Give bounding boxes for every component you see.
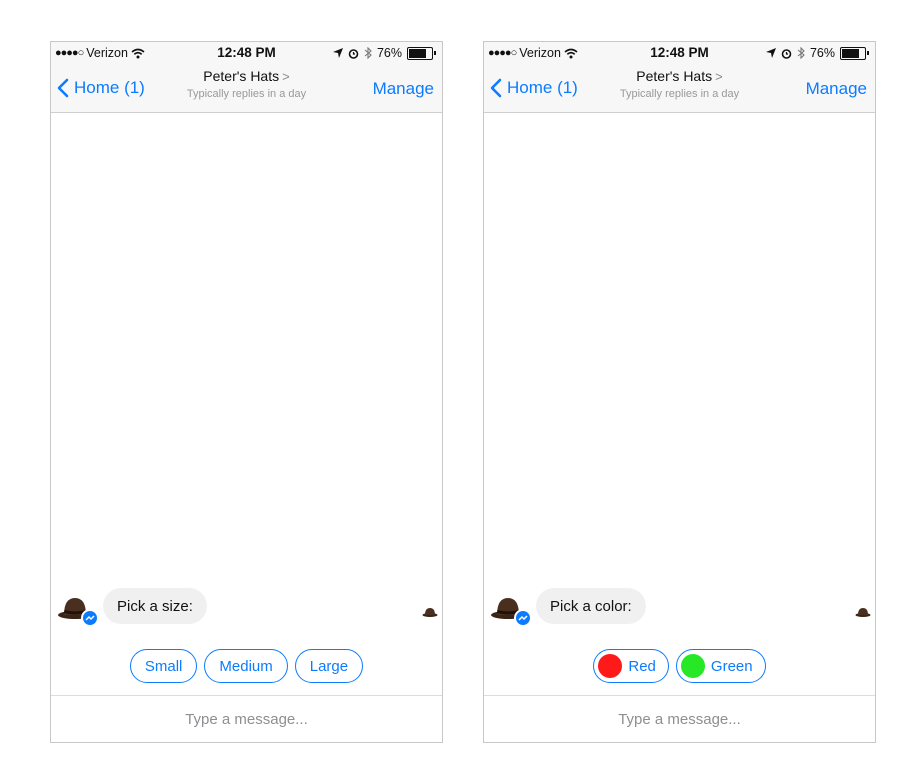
quick-reply-red[interactable]: Red [593,649,669,683]
top-bar: ●●●●○ Verizon 12:48 PM 76% Home (1) Pete… [51,42,442,113]
alarm-icon [781,48,792,59]
messenger-badge-icon [514,609,532,627]
quick-replies: Small Medium Large [51,649,442,683]
conversation-area: Pick a color: Red Green [484,113,875,698]
battery-icon [407,46,436,60]
bot-message: Pick a size: [103,588,207,624]
bluetooth-icon [364,47,372,59]
quick-replies: Red Green [484,649,875,683]
bot-message: Pick a color: [536,588,646,624]
phone-screen-size: ●●●●○ Verizon 12:48 PM 76% Home (1) Pete… [50,41,443,743]
page-name: Peter's Hats [636,68,713,84]
battery-percent: 76% [809,46,835,60]
page-name: Peter's Hats [203,68,280,84]
quick-reply-large[interactable]: Large [294,649,364,683]
quick-reply-medium[interactable]: Medium [204,649,288,683]
location-arrow-icon [765,48,776,58]
quick-reply-label: Red [628,657,656,675]
read-receipt-hat-icon [855,608,871,617]
battery-percent: 76% [376,46,402,60]
message-input[interactable]: Type a message... [484,695,875,742]
top-bar: ●●●●○ Verizon 12:48 PM 76% Home (1) Pete… [484,42,875,113]
chevron-right-icon: > [282,69,290,84]
quick-reply-green[interactable]: Green [675,649,766,683]
location-arrow-icon [332,48,343,58]
manage-button[interactable]: Manage [806,79,867,99]
bluetooth-icon [797,47,805,59]
alarm-icon [348,48,359,59]
conversation-area: Pick a size: Small Medium Large [51,113,442,698]
chevron-right-icon: > [715,69,723,84]
read-receipt-hat-icon [422,608,438,617]
phone-screen-color: ●●●●○ Verizon 12:48 PM 76% Home (1) Pete… [483,41,876,743]
manage-button[interactable]: Manage [373,79,434,99]
message-input[interactable]: Type a message... [51,695,442,742]
quick-reply-small[interactable]: Small [129,649,198,683]
messenger-badge-icon [81,609,99,627]
battery-icon [840,46,869,60]
status-bar: ●●●●○ Verizon 12:48 PM 76% [51,42,442,64]
status-bar: ●●●●○ Verizon 12:48 PM 76% [484,42,875,64]
quick-reply-label: Green [710,657,753,675]
green-swatch-icon [680,654,705,678]
red-swatch-icon [598,654,623,678]
